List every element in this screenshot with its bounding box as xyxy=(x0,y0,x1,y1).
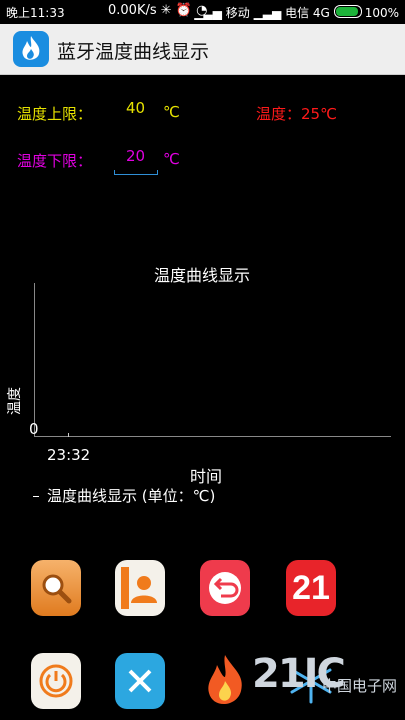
network-type: 4G xyxy=(312,6,330,20)
carrier2: 电信 xyxy=(285,6,310,20)
lower-limit-unit: ℃ xyxy=(163,150,180,168)
signal-icon: ▁▃▅ xyxy=(194,6,222,20)
lower-limit-label: 温度下限： xyxy=(17,152,93,170)
bluetooth-icon: ✳ xyxy=(160,3,172,18)
upper-limit-label: 温度上限： xyxy=(17,105,93,123)
chart-x-axis xyxy=(34,436,391,437)
network-speed: 0.00K/s ✳ ⏰ ◔ xyxy=(108,3,208,18)
battery-level: 100% xyxy=(364,6,399,20)
lower-limit-input-underline xyxy=(114,170,158,175)
current-temperature: 温度：25℃ xyxy=(256,105,337,123)
chart-title: 温度曲线显示 xyxy=(154,266,251,285)
signal-icon-2: ▁▃▅ xyxy=(253,6,282,20)
lower-limit-input[interactable]: 20 xyxy=(126,147,145,165)
calendar-app-icon[interactable]: 21 xyxy=(286,560,336,616)
power-icon xyxy=(39,664,73,698)
calendar-day: 21 xyxy=(292,568,330,607)
upper-limit-unit: ℃ xyxy=(163,103,180,121)
power-app-icon[interactable] xyxy=(31,653,81,709)
chart-y-label: 温度 xyxy=(7,387,23,415)
app-title: 蓝牙温度曲线显示 xyxy=(57,41,210,63)
title-bar: 蓝牙温度曲线显示 xyxy=(0,24,405,75)
fire-icon xyxy=(208,655,242,705)
chart-x-tick xyxy=(68,433,69,437)
undo-icon xyxy=(209,572,241,604)
watermark-text: 中国电子网 xyxy=(322,677,398,695)
flame-app-icon[interactable] xyxy=(200,653,250,709)
legend-marker xyxy=(33,496,39,497)
wrench-icon xyxy=(128,669,152,693)
legend-label: 温度曲线显示 (单位：℃) xyxy=(47,487,216,505)
alarm-icon: ⏰ xyxy=(175,3,192,18)
contacts-app-icon[interactable] xyxy=(115,560,165,616)
carrier1: 移动 xyxy=(225,6,250,20)
battery-icon xyxy=(333,5,362,18)
status-time: 晚上11:33 xyxy=(6,6,65,20)
magnifier-icon xyxy=(42,574,72,604)
flame-logo-icon xyxy=(13,31,49,67)
back-app-icon[interactable] xyxy=(200,560,250,616)
tools-app-icon[interactable] xyxy=(115,653,165,709)
status-bar: 晚上11:33 0.00K/s ✳ ⏰ ◔ ▁▃▅ 移动 ▁▃▅ 电信 4G 1… xyxy=(0,0,405,24)
chart-y-tick-label: 0 xyxy=(29,420,39,438)
upper-limit-value[interactable]: 40 xyxy=(126,99,145,117)
search-app-icon[interactable] xyxy=(31,560,81,616)
chart-y-axis xyxy=(34,283,35,437)
contact-book-icon xyxy=(121,567,157,609)
status-right: ▁▃▅ 移动 ▁▃▅ 电信 4G 100% xyxy=(194,4,399,21)
chart-x-label: 时间 xyxy=(190,467,223,486)
chart-x-tick-label: 23:32 xyxy=(47,446,91,464)
chart-legend: 温度曲线显示 (单位：℃) xyxy=(33,485,215,506)
